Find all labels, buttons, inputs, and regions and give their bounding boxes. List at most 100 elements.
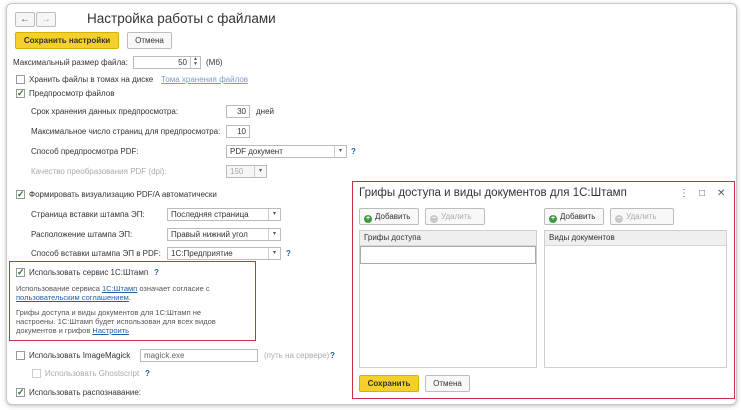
quality-label: Качество преобразования PDF (dpi): [31, 167, 167, 176]
right-add-button[interactable]: + Добавить [544, 208, 604, 225]
left-add-label: Добавить [375, 212, 411, 221]
ghostscript-checkbox[interactable] [32, 369, 41, 378]
dialog-cancel-button[interactable]: Отмена [425, 375, 470, 392]
stamp-agreement-line2: пользовательским соглашением. [16, 293, 131, 302]
stamp-position-label: Расположение штампа ЭП: [31, 230, 133, 239]
stamp-agreement-text: Использование сервиса 1С:Штамп означает … [16, 284, 210, 293]
storage-volumes-link[interactable]: Тома хранения файлов [161, 75, 248, 84]
imagemagick-hint: (путь на сервере) [264, 351, 330, 360]
max-size-value: 50 [178, 58, 187, 67]
stamp-page-value: Последняя страница [171, 210, 249, 219]
stamp-method-select[interactable]: 1С:Предприятие ▾ [167, 247, 281, 260]
dialog-title: Грифы доступа и виды документов для 1С:Ш… [359, 187, 627, 199]
pdfa-checkbox[interactable]: ✓ [16, 190, 25, 199]
help-icon[interactable]: ? [154, 268, 159, 277]
minus-circle-icon: − [430, 215, 438, 223]
recognition-checkbox[interactable]: ✓ [16, 388, 25, 397]
document-types-table[interactable]: Виды документов [544, 230, 727, 368]
dropdown-arrow-icon[interactable]: ▾ [268, 248, 280, 259]
dropdown-arrow-icon[interactable]: ▾ [268, 229, 280, 240]
imagemagick-path-input[interactable]: magick.exe [140, 349, 258, 362]
ghostscript-label: Использовать Ghostscript [45, 369, 140, 378]
preview-checkbox[interactable]: ✓ [16, 89, 25, 98]
recognition-label: Использовать распознавание: [29, 388, 141, 397]
help-icon[interactable]: ? [330, 351, 335, 360]
access-levels-table[interactable]: Грифы доступа [359, 230, 537, 368]
stamp-page-label: Страница вставки штампа ЭП: [31, 210, 145, 219]
settings-window: ← → Настройка работы с файлами Сохранить… [6, 3, 737, 405]
right-delete-button[interactable]: − Удалить [610, 208, 674, 225]
stamp-note-line3: документов и грифов Настроить [16, 326, 129, 335]
plus-circle-icon: + [549, 215, 557, 223]
stamp-position-select[interactable]: Правый нижний угол ▾ [167, 228, 281, 241]
retention-label: Срок хранения данных предпросмотра: [31, 107, 179, 116]
quality-select[interactable]: 150 ▾ [226, 165, 267, 178]
close-icon[interactable]: ✕ [717, 188, 725, 199]
left-add-button[interactable]: + Добавить [359, 208, 419, 225]
imagemagick-checkbox[interactable] [16, 351, 25, 360]
store-volumes-checkbox[interactable] [16, 75, 25, 84]
dropdown-arrow-icon[interactable]: ▾ [268, 209, 280, 220]
configure-link[interactable]: Настроить [92, 326, 129, 335]
left-delete-button[interactable]: − Удалить [425, 208, 485, 225]
preview-label: Предпросмотр файлов [29, 89, 115, 98]
spin-arrows-icon[interactable]: ▲ ▼ [190, 57, 200, 68]
stamp-settings-dialog: Грифы доступа и виды документов для 1С:Ш… [352, 181, 735, 399]
agree-pre: Использование сервиса [16, 284, 102, 293]
pdf-method-label: Способ предпросмотра PDF: [31, 147, 139, 156]
store-volumes-label: Хранить файлы в томах на диске [29, 75, 154, 84]
page-title: Настройка работы с файлами [87, 11, 276, 26]
help-icon[interactable]: ? [145, 369, 150, 378]
checkmark-icon: ✓ [17, 189, 25, 199]
stamp-position-value: Правый нижний угол [171, 230, 248, 239]
back-arrow-icon: ← [20, 14, 30, 25]
checkmark-icon: ✓ [17, 88, 25, 98]
stamp-note-line2: настроены. 1С:Штамп будет использован дл… [16, 317, 216, 326]
cancel-button[interactable]: Отмена [127, 32, 172, 49]
plus-circle-icon: + [364, 215, 372, 223]
note-pre: документов и грифов [16, 326, 93, 335]
right-add-label: Добавить [560, 212, 596, 221]
forward-arrow-icon: → [41, 14, 51, 25]
max-pages-input[interactable]: 10 [226, 125, 250, 138]
agree-end: . [128, 293, 131, 302]
max-size-unit: (Мб) [206, 58, 223, 67]
help-icon[interactable]: ? [286, 249, 291, 258]
back-button[interactable]: ← [15, 12, 35, 27]
left-delete-label: Удалить [441, 212, 472, 221]
max-size-input[interactable]: 50 ▲ ▼ [133, 56, 201, 69]
help-icon[interactable]: ? [351, 147, 356, 156]
stamp-method-label: Способ вставки штампа ЭП в PDF: [31, 249, 161, 258]
pdf-method-select[interactable]: PDF документ ▾ [226, 145, 347, 158]
retention-input[interactable]: 30 [226, 105, 250, 118]
save-settings-button[interactable]: Сохранить настройки [15, 32, 119, 49]
document-types-header: Виды документов [545, 231, 726, 246]
stamp-note-line1: Грифы доступа и виды документов для 1С:Ш… [16, 308, 202, 317]
access-levels-header: Грифы доступа [360, 231, 536, 246]
minus-circle-icon: − [615, 215, 623, 223]
stamp-link[interactable]: 1С:Штамп [102, 284, 137, 293]
max-size-label: Максимальный размер файла: [13, 58, 128, 67]
dialog-save-button[interactable]: Сохранить [359, 375, 419, 392]
retention-unit: дней [256, 107, 275, 116]
maximize-icon[interactable]: □ [699, 188, 705, 199]
quality-value: 150 [230, 167, 244, 176]
dropdown-arrow-icon[interactable]: ▾ [334, 146, 346, 157]
stamp-service-label: Использовать сервис 1С:Штамп [29, 268, 149, 277]
stamp-service-checkbox[interactable]: ✓ [16, 268, 25, 277]
dropdown-arrow-icon[interactable]: ▾ [254, 166, 266, 177]
pdfa-label: Формировать визуализацию PDF/A автоматич… [29, 190, 217, 199]
more-menu-icon[interactable]: ⋮ [679, 188, 689, 199]
user-agreement-link[interactable]: пользовательским соглашением [16, 293, 129, 302]
pdf-method-value: PDF документ [230, 147, 283, 156]
checkmark-icon: ✓ [17, 267, 25, 277]
checkmark-icon: ✓ [17, 387, 25, 397]
imagemagick-label: Использовать ImageMagick [29, 351, 131, 360]
right-delete-label: Удалить [626, 212, 657, 221]
max-pages-label: Максимальное число страниц для предпросм… [31, 127, 221, 136]
agree-mid: означает согласие с [137, 284, 210, 293]
table-row[interactable] [360, 246, 536, 264]
stamp-method-value: 1С:Предприятие [171, 249, 233, 258]
forward-button[interactable]: → [36, 12, 56, 27]
stamp-page-select[interactable]: Последняя страница ▾ [167, 208, 281, 221]
